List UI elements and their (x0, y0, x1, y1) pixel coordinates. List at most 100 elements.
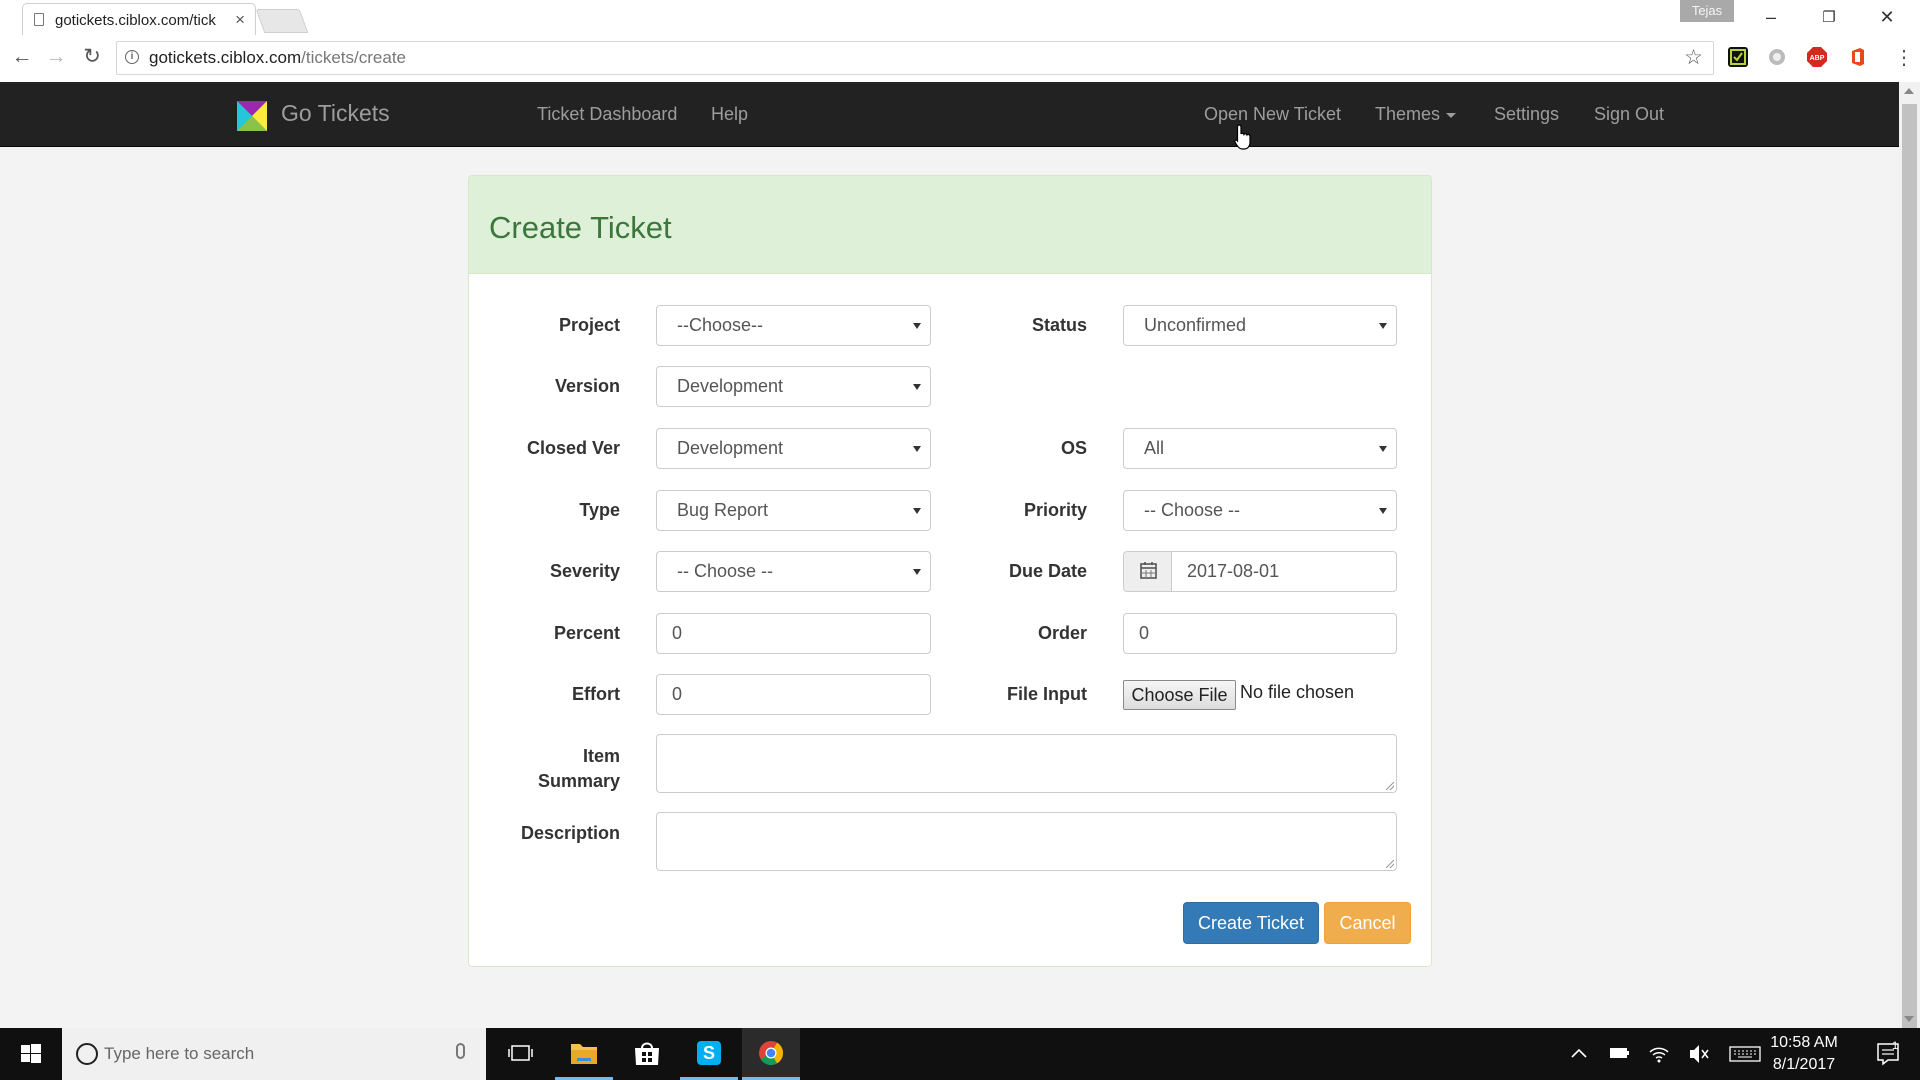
wifi-icon[interactable] (1646, 1028, 1672, 1080)
priority-label: Priority (1023, 500, 1087, 520)
extension-gray-icon[interactable] (1767, 47, 1787, 67)
scrollbar-thumb[interactable] (1902, 104, 1917, 1044)
os-value: All (1144, 438, 1165, 458)
caret-down-icon (1446, 112, 1457, 118)
caret-down-icon (1379, 323, 1387, 329)
brand-logo-icon[interactable] (237, 101, 267, 131)
office-icon[interactable] (1848, 47, 1868, 67)
mute-icon[interactable] (1686, 1028, 1712, 1080)
chrome-icon[interactable] (742, 1028, 800, 1080)
create-ticket-button[interactable]: Create Ticket (1183, 902, 1319, 944)
version-select[interactable]: Development (656, 366, 931, 407)
notifications-icon[interactable]: 1 (1868, 1028, 1908, 1080)
project-label: Project (558, 315, 620, 335)
choose-file-button[interactable]: Choose File (1123, 680, 1236, 710)
mouse-cursor-icon (1234, 124, 1252, 150)
resize-grip-icon[interactable] (1386, 860, 1394, 868)
forward-arrow-icon[interactable]: → (45, 46, 67, 68)
svg-text:ABP: ABP (1810, 55, 1825, 62)
site-navbar: Go Tickets Ticket Dashboard Help Open Ne… (0, 82, 1899, 147)
profile-button[interactable]: Tejas (1680, 0, 1734, 22)
caret-down-icon (913, 569, 921, 575)
scroll-up-arrow-icon[interactable] (1904, 88, 1914, 94)
extension-green-icon[interactable] (1728, 47, 1748, 67)
address-bar[interactable]: i gotickets.ciblox.com/tickets/create ☆ (116, 41, 1714, 75)
percent-label: Percent (553, 623, 620, 643)
tab-title: gotickets.ciblox.com/tick (55, 12, 216, 29)
chevron-up-icon[interactable] (1566, 1028, 1592, 1080)
effort-input[interactable]: 0 (656, 674, 931, 715)
clock-date: 8/1/2017 (1772, 1056, 1836, 1073)
effort-label: Effort (572, 684, 620, 704)
item-summary-textarea[interactable] (656, 734, 1397, 793)
taskbar-search-box[interactable]: Type here to search (62, 1028, 486, 1080)
task-view-icon[interactable] (492, 1028, 550, 1080)
minimize-button[interactable]: – (1742, 0, 1800, 35)
cortana-icon (76, 1043, 98, 1065)
nav-help[interactable]: Help (711, 104, 748, 125)
status-select[interactable]: Unconfirmed (1123, 305, 1397, 346)
priority-select[interactable]: -- Choose -- (1123, 490, 1397, 531)
project-select[interactable]: --Choose-- (656, 305, 931, 346)
description-textarea[interactable] (656, 812, 1397, 871)
page-scrollbar[interactable] (1899, 82, 1920, 1044)
store-icon[interactable] (618, 1028, 676, 1080)
caret-down-icon (1379, 446, 1387, 452)
status-label: Status (1031, 315, 1087, 335)
version-value: Development (677, 376, 784, 396)
severity-value: -- Choose -- (677, 561, 774, 581)
order-input[interactable]: 0 (1123, 613, 1397, 654)
keyboard-icon[interactable] (1728, 1028, 1762, 1080)
project-value: --Choose-- (677, 315, 764, 335)
skype-icon[interactable]: S (680, 1028, 738, 1080)
windows-start-icon[interactable] (0, 1028, 62, 1080)
new-tab-button[interactable] (255, 9, 309, 33)
calendar-addon[interactable] (1123, 551, 1172, 592)
closed-ver-label: Closed Ver (526, 438, 620, 458)
file-explorer-icon[interactable] (555, 1028, 613, 1080)
caret-down-icon (913, 508, 921, 514)
percent-input[interactable]: 0 (656, 613, 931, 654)
caret-down-icon (913, 446, 921, 452)
notification-count: 1 (1892, 1040, 1899, 1052)
nav-ticket-dashboard[interactable]: Ticket Dashboard (537, 104, 677, 125)
url-text: gotickets.ciblox.com/tickets/create (149, 48, 406, 68)
item-summary-label-line1: Item (582, 746, 620, 766)
os-select[interactable]: All (1123, 428, 1397, 469)
nav-themes-dropdown[interactable]: Themes (1375, 104, 1457, 125)
calendar-icon (1140, 562, 1157, 579)
taskbar-clock[interactable]: 10:58 AM 8/1/2017 (1768, 1032, 1840, 1076)
reload-icon[interactable]: ↻ (81, 46, 103, 68)
nav-sign-out[interactable]: Sign Out (1594, 104, 1664, 125)
file-input-label: File Input (1007, 684, 1087, 704)
nav-open-new-ticket[interactable]: Open New Ticket (1204, 104, 1341, 125)
adblock-plus-icon[interactable]: ABP (1807, 47, 1827, 67)
page-icon (34, 13, 44, 26)
order-label: Order (1037, 623, 1087, 643)
scroll-down-arrow-icon[interactable] (1904, 1016, 1914, 1022)
info-icon[interactable]: i (125, 50, 139, 64)
nav-settings[interactable]: Settings (1494, 104, 1559, 125)
restore-button[interactable]: ❐ (1800, 0, 1858, 35)
cancel-button[interactable]: Cancel (1324, 902, 1411, 944)
brand-name[interactable]: Go Tickets (281, 100, 390, 127)
close-window-button[interactable]: ✕ (1858, 0, 1916, 35)
nav-themes-label: Themes (1375, 104, 1441, 124)
type-select[interactable]: Bug Report (656, 490, 931, 531)
battery-icon[interactable] (1606, 1028, 1632, 1080)
severity-select[interactable]: -- Choose -- (656, 551, 931, 592)
back-arrow-icon[interactable]: ← (11, 46, 33, 68)
browser-menu-icon[interactable]: ⋮ (1894, 43, 1914, 73)
due-date-input[interactable]: 2017-08-01 (1171, 551, 1397, 592)
tab-close-icon[interactable]: × (235, 10, 245, 30)
browser-tab[interactable]: gotickets.ciblox.com/tick × (22, 3, 256, 36)
description-label: Description (520, 823, 620, 843)
type-label: Type (579, 500, 620, 520)
resize-grip-icon[interactable] (1386, 782, 1394, 790)
priority-value: -- Choose -- (1144, 500, 1241, 520)
star-icon[interactable]: ☆ (1684, 45, 1703, 70)
os-label: OS (1060, 438, 1087, 458)
closed-ver-select[interactable]: Development (656, 428, 931, 469)
microphone-icon[interactable] (456, 1043, 465, 1059)
version-label: Version (554, 376, 620, 396)
